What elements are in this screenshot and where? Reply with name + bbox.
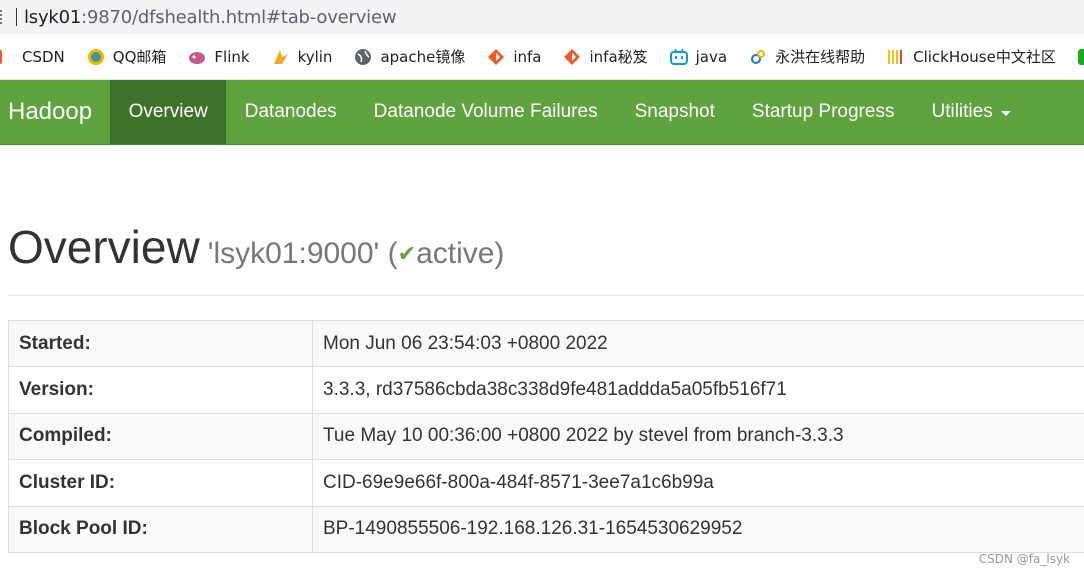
row-value: Mon Jun 06 23:54:03 +0800 2022 bbox=[312, 319, 1084, 368]
bookmark-label: infa bbox=[513, 47, 542, 66]
bookmark-infa-tips[interactable]: infa秘笈 bbox=[563, 46, 648, 67]
text-cursor bbox=[16, 8, 17, 26]
table-row: Compiled: Tue May 10 00:36:00 +0800 2022… bbox=[8, 412, 1084, 461]
row-key: Block Pool ID: bbox=[8, 505, 313, 553]
url-path: :9870/dfshealth.html#tab-overview bbox=[81, 6, 397, 28]
state-label: active) bbox=[416, 237, 505, 270]
state-open: ( bbox=[387, 237, 398, 270]
bookmark-label: Flink bbox=[214, 47, 250, 66]
watermark: CSDN @fa_lsyk bbox=[978, 552, 1070, 566]
tab-snapshot[interactable]: Snapshot bbox=[616, 80, 733, 144]
node-subtitle: 'lsyk01:9000' (✔active) bbox=[208, 237, 505, 270]
row-key: Compiled: bbox=[8, 412, 313, 461]
clickhouse-icon bbox=[887, 48, 905, 66]
globe-icon bbox=[354, 48, 372, 66]
overview-table: Started: Mon Jun 06 23:54:03 +0800 2022 … bbox=[8, 319, 1084, 553]
page-header: Overview'lsyk01:9000' (✔active) bbox=[8, 222, 1084, 296]
bookmark-yonghong-help[interactable]: 永洪在线帮助 bbox=[749, 46, 865, 67]
node-address: 'lsyk01:9000' bbox=[207, 237, 380, 270]
bookmarks-bar: CSDN QQ邮箱 Flink kylin apache镜像 infa infa… bbox=[0, 34, 1084, 80]
check-icon: ✔ bbox=[397, 241, 417, 266]
infa-icon bbox=[487, 48, 505, 66]
bookmark-kylin[interactable]: kylin bbox=[272, 47, 333, 66]
tab-datanode-volume-failures[interactable]: Datanode Volume Failures bbox=[355, 80, 616, 144]
table-row: Started: Mon Jun 06 23:54:03 +0800 2022 bbox=[8, 319, 1084, 368]
tab-overview[interactable]: Overview bbox=[110, 80, 227, 144]
url-host: lsyk01 bbox=[24, 6, 82, 28]
page-title-text: Overview bbox=[8, 221, 200, 273]
link-icon bbox=[749, 48, 767, 66]
url-text[interactable]: lsyk01:9870/dfshealth.html#tab-overview bbox=[24, 6, 397, 28]
bookmark-label: apache镜像 bbox=[380, 48, 466, 66]
tab-edge bbox=[0, 10, 4, 24]
bookmark-more[interactable] bbox=[1077, 48, 1084, 66]
bookmark-label: java bbox=[695, 47, 728, 66]
bookmark-label: kylin bbox=[297, 47, 333, 66]
page-title: Overview'lsyk01:9000' (✔active) bbox=[8, 222, 1084, 281]
row-value: BP-1490855506-192.168.126.31-16545306299… bbox=[312, 505, 1084, 553]
brand-link[interactable]: Hadoop bbox=[0, 80, 110, 144]
row-value: CID-69e9e66f-800a-484f-8571-3ee7a1c6b99a bbox=[312, 459, 1084, 507]
bookmark-csdn[interactable]: CSDN bbox=[0, 48, 65, 66]
bookmark-label: infa秘笈 bbox=[589, 48, 648, 66]
flink-icon bbox=[188, 48, 206, 66]
caret-down-icon bbox=[1000, 110, 1011, 116]
row-value: Tue May 10 00:36:00 +0800 2022 by stevel… bbox=[312, 412, 1084, 461]
tab-utilities-label: Utilities bbox=[931, 101, 993, 122]
tab-datanodes[interactable]: Datanodes bbox=[226, 80, 355, 144]
row-value: 3.3.3, rd37586cbda38c338d9fe481addda5a05… bbox=[312, 366, 1084, 414]
table-row: Cluster ID: CID-69e9e66f-800a-484f-8571-… bbox=[8, 459, 1084, 507]
bookmark-apache-mirror[interactable]: apache镜像 bbox=[354, 46, 465, 67]
bookmark-flink[interactable]: Flink bbox=[188, 47, 250, 66]
bookmark-label: ClickHouse中文社区 bbox=[913, 48, 1056, 66]
bookmark-label: 永洪在线帮助 bbox=[775, 48, 866, 66]
bookmark-label: QQ邮箱 bbox=[112, 48, 167, 66]
row-key: Started: bbox=[8, 319, 313, 368]
tab-startup-progress[interactable]: Startup Progress bbox=[733, 80, 913, 144]
row-key: Version: bbox=[8, 366, 313, 414]
address-bar[interactable]: lsyk01:9870/dfshealth.html#tab-overview bbox=[0, 0, 1084, 34]
bilibili-icon bbox=[669, 48, 688, 66]
bookmark-infa[interactable]: infa bbox=[487, 48, 541, 66]
bookmark-java[interactable]: java bbox=[669, 47, 728, 66]
bookmark-clickhouse[interactable]: ClickHouse中文社区 bbox=[887, 46, 1056, 67]
tab-utilities[interactable]: Utilities bbox=[913, 80, 1029, 144]
infa-icon bbox=[563, 48, 581, 66]
table-row: Version: 3.3.3, rd37586cbda38c338d9fe481… bbox=[8, 366, 1084, 414]
qq-mail-icon bbox=[87, 48, 105, 66]
bookmark-overflow-icon bbox=[1077, 48, 1084, 66]
row-key: Cluster ID: bbox=[8, 459, 313, 507]
kylin-icon bbox=[272, 48, 290, 66]
bookmark-label: CSDN bbox=[22, 47, 65, 66]
bookmark-qq-mail[interactable]: QQ邮箱 bbox=[87, 46, 167, 67]
hadoop-navbar: Hadoop Overview Datanodes Datanode Volum… bbox=[0, 80, 1084, 145]
table-row: Block Pool ID: BP-1490855506-192.168.126… bbox=[8, 505, 1084, 553]
csdn-icon bbox=[0, 48, 14, 66]
